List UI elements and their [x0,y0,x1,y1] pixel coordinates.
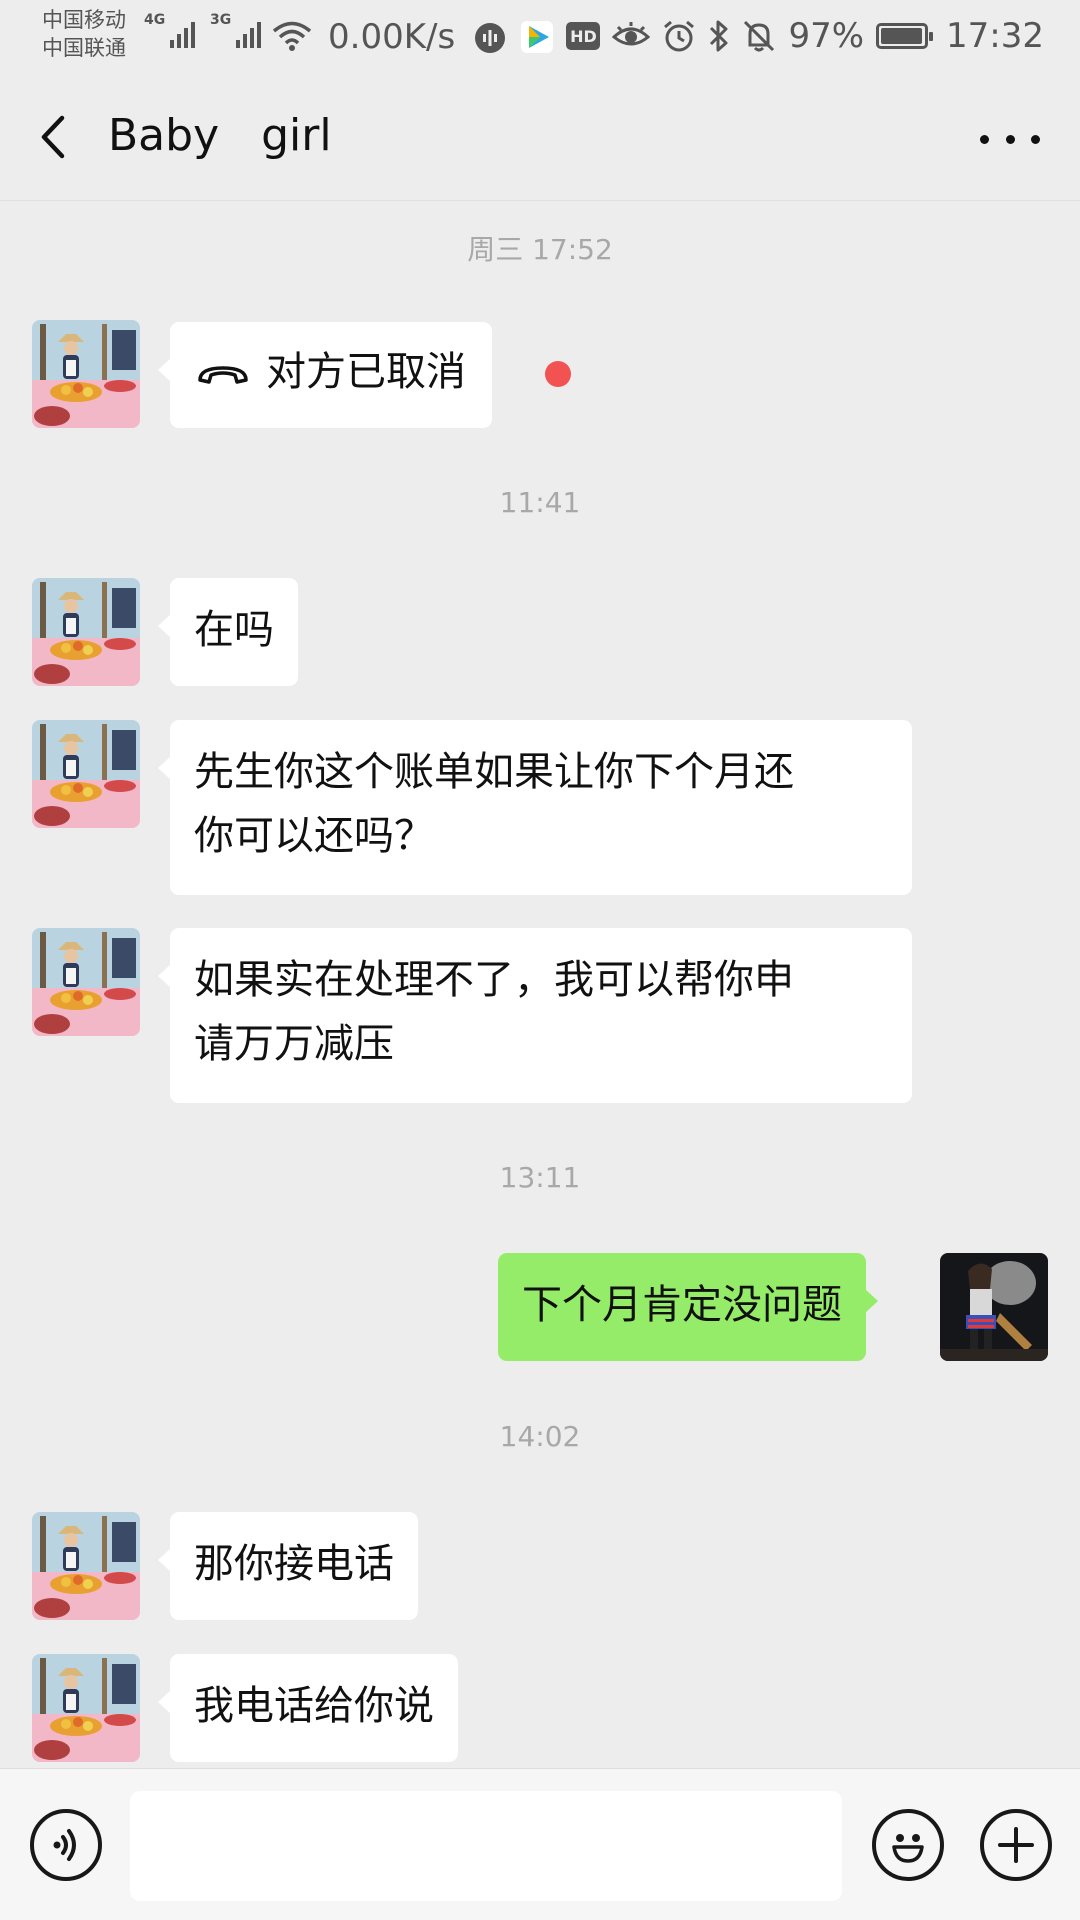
more-button[interactable] [980,124,1040,154]
more-dots-icon [980,134,989,144]
alarm-icon [664,20,695,52]
more-dot [1031,134,1040,144]
chevron-left-icon [41,115,65,159]
message-text-line: 先生你这个账单如果让你下个月还 [194,749,794,795]
mute-icon [744,20,775,52]
message-bubble-incoming[interactable]: 如果实在处理不了，我可以帮你申 请万万减压 [158,928,912,1103]
status-time: 17:32 [946,16,1044,56]
signal-icon: 3G [210,12,262,48]
battery-icon [876,23,934,49]
message-text: 下个月肯定没问题 [522,1282,842,1328]
timestamp: 周三 17:52 [467,233,613,266]
timestamp: 13:11 [499,1161,581,1194]
message-bubble-incoming[interactable]: 我电话给你说 [158,1654,458,1762]
message-text-line: 你可以还吗？ [194,813,434,859]
contact-avatar[interactable] [32,928,140,1036]
timestamp: 11:41 [499,486,581,519]
hangup-phone-icon [198,366,248,384]
chat-header: Baby girl [0,74,1080,201]
battery-fill [881,28,922,44]
contact-avatar[interactable] [32,320,140,428]
message-text: 在吗 [194,607,274,653]
contact-avatar[interactable] [32,720,140,828]
chat-title: Baby girl [108,110,332,161]
wifi-icon [272,21,312,51]
message-bubble-incoming[interactable]: 先生你这个账单如果让你下个月还 你可以还吗？ [158,720,912,895]
contact-avatar[interactable] [32,578,140,686]
message-text-line: 请万万减压 [194,1021,394,1067]
audio-app-icon [475,23,505,53]
eye-icon [612,22,651,46]
carrier-1: 中国移动 [42,8,126,32]
message-bubble-incoming[interactable]: 那你接电话 [158,1512,418,1620]
carrier-labels: 中国移动 中国联通 [42,6,126,62]
contact-avatar[interactable] [32,1512,140,1620]
call-status-text: 对方已取消 [266,349,466,395]
unread-dot [545,361,571,387]
message-text: 我电话给你说 [194,1683,434,1729]
input-bar [0,1768,1080,1920]
video-app-icon [521,21,553,53]
message-input[interactable] [130,1791,842,1901]
my-avatar[interactable] [940,1253,1048,1361]
signal-icon: 4G [144,12,196,48]
contact-avatar[interactable] [32,1654,140,1762]
voice-icon [53,1829,76,1861]
battery-percent: 97% [788,16,865,56]
message-bubble-outgoing[interactable]: 下个月肯定没问题 [498,1253,878,1361]
more-dot [1005,134,1015,144]
message-bubble-incoming[interactable]: 在吗 [158,578,298,686]
message-text-line: 如果实在处理不了，我可以帮你申 [194,957,794,1003]
plus-icon [998,1827,1034,1863]
back-button[interactable] [30,104,80,170]
status-bar: 中国移动 中国联通 4G 3G 0.00K/s HD 97% 17:32 [0,0,1080,74]
emoji-icon [892,1834,924,1863]
network-type-1: 4G [144,12,166,28]
hd-icon: HD [566,22,601,50]
status-icons-right: HD 97% 17:32 [566,14,1044,58]
timestamp: 14:02 [499,1420,581,1453]
carrier-2: 中国联通 [42,36,126,60]
network-speed: 0.00K/s [328,17,456,57]
more-actions-button[interactable] [980,1809,1052,1881]
emoji-button[interactable] [872,1809,944,1881]
message-text: 那你接电话 [194,1541,394,1587]
bluetooth-icon [710,20,728,52]
network-type-2: 3G [210,12,232,28]
call-message-bubble[interactable]: 对方已取消 [158,322,492,428]
voice-button[interactable] [30,1809,102,1881]
chat-screen: 中国移动 中国联通 4G 3G 0.00K/s HD 97% 17:32 Bab… [0,0,1080,1920]
